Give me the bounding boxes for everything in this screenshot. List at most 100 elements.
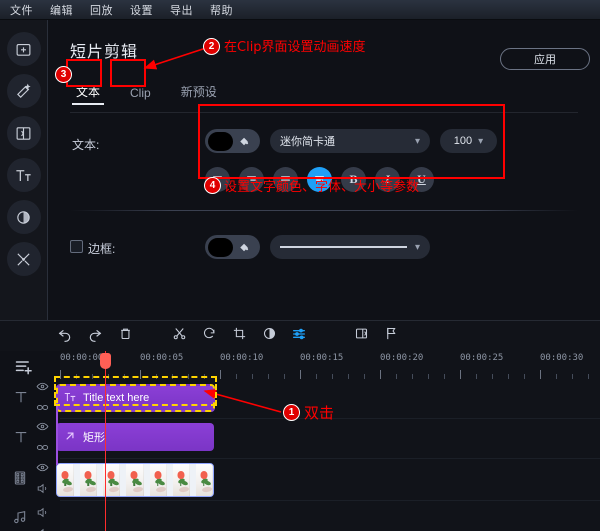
rotate-icon [202, 326, 217, 346]
link-icon[interactable] [36, 401, 49, 419]
font-size-dropdown[interactable]: 100 ▾ [440, 129, 497, 153]
tab-text[interactable]: 文本 [70, 80, 106, 105]
delete-button[interactable] [110, 321, 140, 351]
paint-bucket-icon [237, 241, 250, 254]
border-color-value [208, 237, 233, 257]
menu-item-help[interactable]: 帮助 [210, 2, 233, 18]
sliders-button[interactable] [284, 321, 314, 351]
paint-bucket-icon [237, 135, 250, 148]
timeline-clip-title-text[interactable]: Title text here [56, 384, 215, 412]
text-tt-icon [63, 390, 77, 407]
split-button[interactable] [164, 321, 194, 351]
border-checkbox[interactable] [70, 240, 83, 253]
scissors-icon [172, 326, 187, 346]
video-thumbnail [172, 464, 190, 496]
tab-preset[interactable]: 新预设 [175, 80, 223, 105]
speaker-icon[interactable] [36, 506, 49, 524]
menu-bar: 文件 编辑 回放 设置 导出 帮助 [0, 0, 600, 20]
mute-icon[interactable] [36, 527, 49, 531]
sidebar-item-filters[interactable] [6, 200, 41, 234]
timeline-ruler[interactable]: 00:00:00 00:00:05 00:00:10 00:00:15 00:0… [60, 353, 600, 379]
annotation-badge-4: 4 [204, 177, 221, 194]
text-t-icon [12, 388, 30, 411]
timeline-clip-rectangle[interactable]: 矩形 [56, 423, 214, 451]
video-thumbnail [149, 464, 167, 496]
page-title: 短片剪辑 [70, 44, 139, 61]
speaker-icon[interactable] [36, 482, 49, 500]
tab-clip[interactable]: Clip [124, 83, 157, 105]
clip-label: Title text here [83, 392, 150, 404]
panel-tabs: 文本 Clip 新预设 [70, 80, 223, 105]
border-style-preview [280, 246, 407, 248]
tabs-divider [70, 112, 578, 113]
font-size-value: 100 [453, 135, 473, 147]
menu-item-edit[interactable]: 编辑 [50, 2, 73, 18]
tools-icon [15, 251, 32, 268]
properties-panel: 短片剪辑 应用 文本 Clip 新预设 文本: 迷你简卡通 ▾ 100 ▾ B … [48, 20, 600, 320]
border-style-dropdown[interactable]: ▾ [270, 235, 430, 259]
music-note-icon [12, 509, 28, 530]
chevron-down-icon: ▾ [414, 241, 420, 253]
sliders-icon [291, 326, 307, 347]
flag-icon [384, 326, 399, 346]
clip-link-indicator [56, 403, 58, 465]
ruler-tick [220, 370, 221, 379]
link-icon[interactable] [36, 441, 49, 459]
track-controls-audio-1 [36, 506, 49, 531]
text-color-value [208, 131, 233, 151]
video-thumbnail [57, 464, 75, 496]
eye-icon[interactable] [36, 380, 49, 398]
timeline-toolbar [0, 321, 600, 351]
ruler-tick [60, 370, 61, 379]
chevron-down-icon: ▾ [414, 135, 420, 147]
trash-icon [118, 326, 133, 346]
contrast-icon [262, 326, 277, 346]
apply-button[interactable]: 应用 [500, 48, 590, 70]
sidebar-item-transitions[interactable] [6, 116, 41, 150]
split-screen-button[interactable] [346, 321, 376, 351]
menu-item-settings[interactable]: 设置 [130, 2, 153, 18]
sidebar-item-tools[interactable] [6, 242, 41, 276]
sidebar-item-media-library[interactable] [6, 32, 41, 66]
color-adjust-button[interactable] [254, 321, 284, 351]
eye-icon[interactable] [36, 461, 49, 479]
track-controls-text-1 [36, 380, 49, 419]
track-header-video-1 [0, 459, 60, 501]
sidebar-item-effects[interactable] [6, 74, 41, 108]
menu-item-export[interactable]: 导出 [170, 2, 193, 18]
annotation-text-1: 双击 [304, 404, 335, 422]
marker-button[interactable] [376, 321, 406, 351]
sidebar-item-titles[interactable] [6, 158, 41, 192]
font-family-dropdown[interactable]: 迷你简卡通 ▾ [270, 129, 430, 153]
track-controls-text-2 [36, 420, 49, 459]
font-family-value: 迷你简卡通 [280, 136, 335, 148]
text-tt-icon [14, 166, 33, 185]
track-header-audio-1 [0, 501, 60, 531]
section-divider [70, 210, 578, 211]
eye-icon[interactable] [36, 420, 49, 438]
undo-button[interactable] [50, 321, 80, 351]
redo-button[interactable] [80, 321, 110, 351]
text-color-swatch[interactable] [205, 129, 260, 153]
menu-item-playback[interactable]: 回放 [90, 2, 113, 18]
chevron-down-icon: ▾ [478, 135, 484, 147]
text-section-label: 文本: [72, 138, 100, 152]
text-t-icon [12, 428, 30, 451]
ruler-label-5: 00:00:25 [460, 353, 504, 363]
ruler-tick [380, 370, 381, 379]
timeline-clip-video[interactable] [56, 463, 214, 497]
border-section-label: 边框: [88, 242, 116, 256]
rotate-button[interactable] [194, 321, 224, 351]
video-thumbnail [80, 464, 98, 496]
ruler-label-0: 00:00:00 [60, 353, 104, 363]
crop-button[interactable] [224, 321, 254, 351]
redo-icon [87, 326, 103, 347]
ruler-tick [460, 370, 461, 379]
clip-label: 矩形 [83, 432, 105, 444]
ruler-label-4: 00:00:20 [380, 353, 424, 363]
playhead[interactable] [100, 351, 111, 531]
menu-item-file[interactable]: 文件 [10, 2, 33, 18]
arrow-shape-icon [63, 429, 77, 446]
playhead-handle[interactable] [100, 353, 111, 369]
border-color-swatch[interactable] [205, 235, 260, 259]
